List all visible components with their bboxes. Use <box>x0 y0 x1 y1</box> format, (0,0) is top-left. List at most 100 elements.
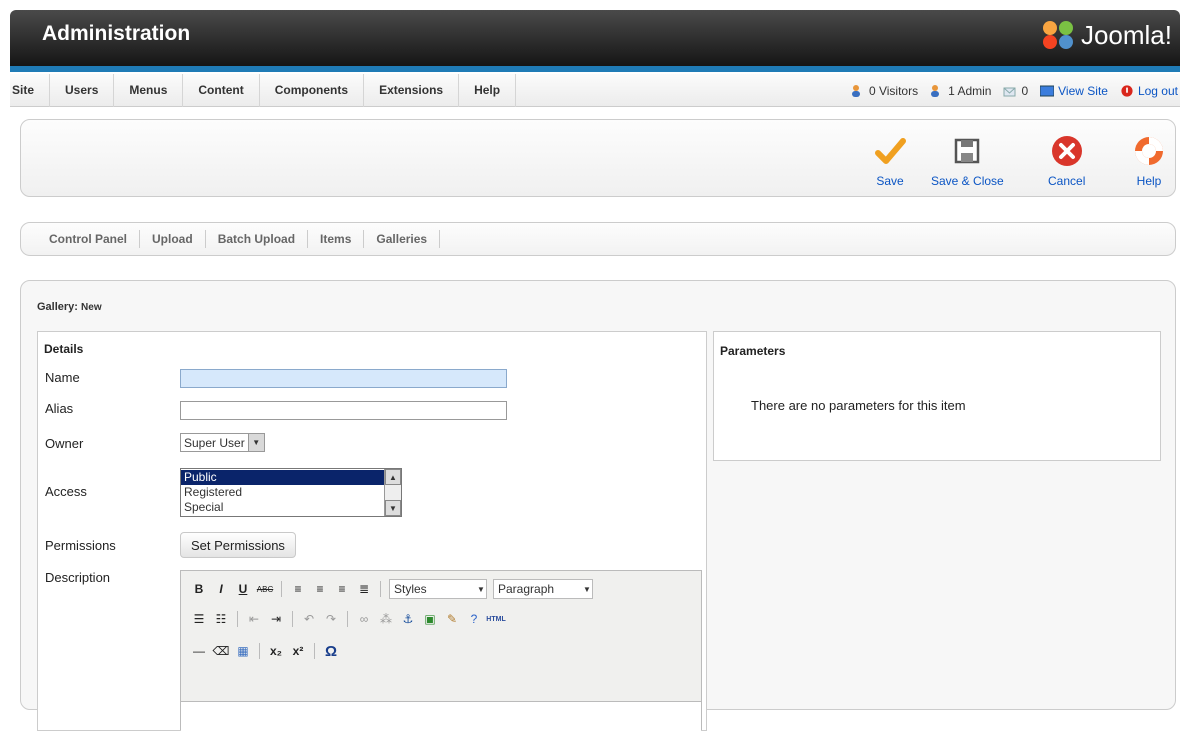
eraser-icon[interactable]: ⌫ <box>213 643 230 659</box>
access-listbox[interactable]: Public Registered Special ▲ ▼ <box>180 468 402 517</box>
access-scrollbar[interactable]: ▲ ▼ <box>384 469 401 516</box>
submenu-control-panel[interactable]: Control Panel <box>37 230 141 248</box>
chevron-down-icon: ▼ <box>477 584 485 594</box>
checkmark-icon <box>875 138 906 164</box>
access-label: Access <box>45 484 87 499</box>
details-heading: Details <box>44 342 84 356</box>
access-option-special[interactable]: Special <box>181 500 384 515</box>
menu-site[interactable]: Site <box>10 74 51 107</box>
submenu-batch-upload[interactable]: Batch Upload <box>206 230 309 248</box>
joomla-logo-text: Joomla! <box>1080 20 1172 50</box>
special-character-icon[interactable]: Ω <box>323 643 339 660</box>
menu-content[interactable]: Content <box>183 74 260 107</box>
permissions-label: Permissions <box>45 538 116 553</box>
superscript-icon[interactable]: x² <box>290 643 306 659</box>
horizontal-rule-icon[interactable]: — <box>191 643 207 659</box>
name-input[interactable] <box>180 369 507 388</box>
menu-menus[interactable]: Menus <box>114 74 184 107</box>
admin-header: Administration Joomla! <box>10 10 1180 66</box>
submenu-upload[interactable]: Upload <box>140 230 206 248</box>
monitor-icon <box>1040 85 1055 96</box>
editor-toolbar-row-1: B I U ABC ≡ ≡ ≡ ≣ Styles ▼ Paragraph ▼ <box>191 579 593 599</box>
access-option-registered[interactable]: Registered <box>181 485 384 500</box>
align-left-icon[interactable]: ≡ <box>290 581 306 597</box>
bullet-list-icon[interactable]: ☰ <box>191 611 207 627</box>
header-title: Administration <box>42 22 191 45</box>
help-button[interactable]: Help <box>1132 134 1166 188</box>
subscript-icon[interactable]: x₂ <box>268 643 284 659</box>
admins-status: 1 Admin <box>930 84 991 98</box>
header-accent-bar <box>10 66 1180 72</box>
bold-icon[interactable]: B <box>191 581 207 597</box>
undo-icon[interactable]: ↶ <box>301 611 317 627</box>
submenu-galleries[interactable]: Galleries <box>364 230 441 248</box>
owner-select[interactable]: Super User ▼ <box>180 433 265 452</box>
numbered-list-icon[interactable]: ☷ <box>213 611 229 627</box>
editor-toolbar-row-2: ☰ ☷ ⇤ ⇥ ↶ ↷ ∞ ⁂ ⚓ ▣ ✎ ? HTML <box>191 611 506 627</box>
status-bar: 0 Visitors 1 Admin 0 View Site Log out <box>851 74 1178 107</box>
view-site-link[interactable]: View Site <box>1040 84 1108 98</box>
chevron-down-icon: ▼ <box>583 584 591 594</box>
admin-user-icon <box>931 84 940 97</box>
access-option-public[interactable]: Public <box>181 470 384 485</box>
scroll-down-icon[interactable]: ▼ <box>385 500 401 516</box>
menu-extensions[interactable]: Extensions <box>364 74 460 107</box>
lifebuoy-icon <box>1135 137 1163 165</box>
editor-toolbar-row-3: — ⌫ ▦ x₂ x² Ω <box>191 643 339 660</box>
link-icon[interactable]: ∞ <box>356 611 372 627</box>
help-icon[interactable]: ? <box>466 611 482 627</box>
no-parameters-message: There are no parameters for this item <box>751 398 966 413</box>
messages-status[interactable]: 0 <box>1003 84 1028 98</box>
cleanup-icon[interactable]: ✎ <box>444 611 460 627</box>
visitors-status: 0 Visitors <box>851 84 918 98</box>
mail-icon <box>1003 87 1016 96</box>
outdent-icon[interactable]: ⇤ <box>246 611 262 627</box>
logout-link[interactable]: Log out <box>1120 84 1178 98</box>
scroll-up-icon[interactable]: ▲ <box>385 469 401 485</box>
set-permissions-button[interactable]: Set Permissions <box>180 532 296 558</box>
user-icon <box>851 84 860 97</box>
menu-components[interactable]: Components <box>260 74 365 107</box>
cancel-icon <box>1051 136 1082 166</box>
submenu-items[interactable]: Items <box>308 230 365 248</box>
anchor-icon[interactable]: ⚓ <box>400 611 416 627</box>
main-menu: Site Users Menus Content Components Exte… <box>10 74 517 107</box>
italic-icon[interactable]: I <box>213 581 229 597</box>
underline-icon[interactable]: U <box>235 581 251 597</box>
parameters-fieldset: Parameters There are no parameters for t… <box>713 331 1161 461</box>
indent-icon[interactable]: ⇥ <box>268 611 284 627</box>
details-fieldset: Details Name Alias Owner Super User ▼ Ac… <box>37 331 707 731</box>
description-label: Description <box>45 570 111 585</box>
menu-users[interactable]: Users <box>50 74 115 107</box>
cancel-button[interactable]: Cancel <box>1048 134 1085 188</box>
unlink-icon[interactable]: ⁂ <box>378 611 394 627</box>
logout-icon <box>1121 84 1133 97</box>
alias-input[interactable] <box>180 401 507 420</box>
parameters-heading: Parameters <box>720 344 786 358</box>
save-button[interactable]: Save <box>873 134 907 188</box>
page-title: Gallery: New <box>37 301 102 313</box>
menu-bar: Site Users Menus Content Components Exte… <box>10 74 1180 107</box>
strikethrough-icon[interactable]: ABC <box>257 581 273 597</box>
image-icon[interactable]: ▣ <box>422 611 438 627</box>
editor-content-area[interactable] <box>181 701 701 731</box>
format-select[interactable]: Paragraph ▼ <box>493 579 593 599</box>
joomla-logo-icon <box>1042 20 1077 51</box>
floppy-disk-icon <box>955 138 980 164</box>
table-icon[interactable]: ▦ <box>235 643 251 659</box>
edit-panel: Gallery: New Details Name Alias Owner Su… <box>20 280 1176 731</box>
html-source-icon[interactable]: HTML <box>486 611 505 627</box>
alias-label: Alias <box>45 401 74 416</box>
redo-icon[interactable]: ↷ <box>323 611 339 627</box>
align-justify-icon[interactable]: ≣ <box>356 581 372 597</box>
chevron-down-icon[interactable]: ▼ <box>247 434 264 451</box>
save-close-button[interactable]: Save & Close <box>931 134 1004 188</box>
align-right-icon[interactable]: ≡ <box>334 581 350 597</box>
component-submenu: Control Panel Upload Batch Upload Items … <box>20 222 1176 256</box>
name-label: Name <box>45 370 80 385</box>
menu-help[interactable]: Help <box>459 74 517 107</box>
toolbar: Save Save & Close Cancel Help <box>20 119 1176 197</box>
align-center-icon[interactable]: ≡ <box>312 581 328 597</box>
styles-select[interactable]: Styles ▼ <box>389 579 487 599</box>
joomla-logo[interactable]: Joomla! <box>1042 20 1172 51</box>
